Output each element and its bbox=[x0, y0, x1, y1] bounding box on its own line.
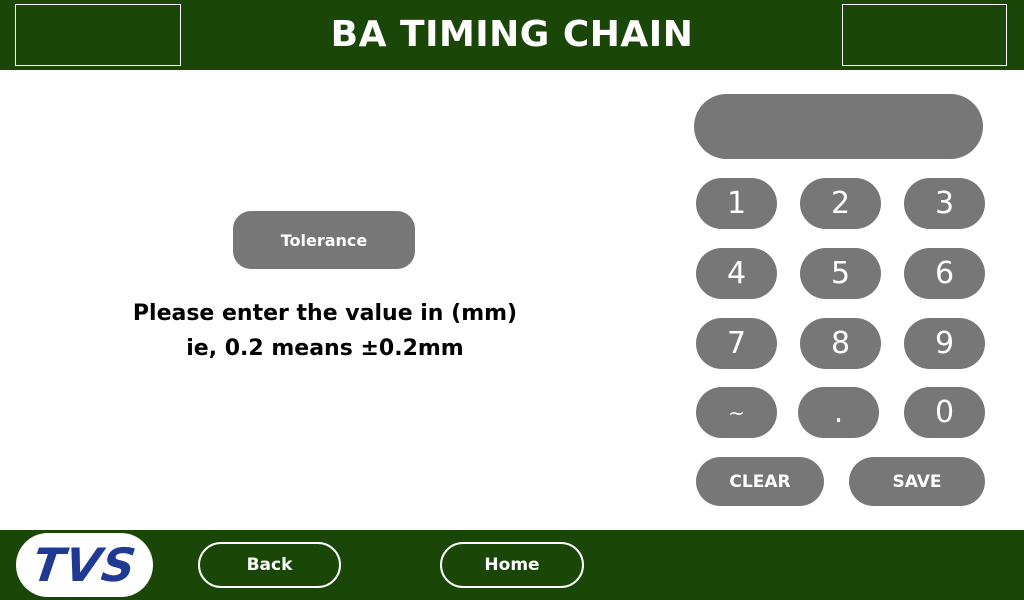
key-6[interactable]: 6 bbox=[904, 248, 985, 299]
key-8[interactable]: 8 bbox=[800, 318, 881, 369]
key-decimal-point[interactable]: . bbox=[798, 387, 879, 438]
value-display[interactable] bbox=[694, 94, 983, 159]
home-button[interactable]: Home bbox=[440, 542, 584, 588]
save-button[interactable]: SAVE bbox=[849, 457, 985, 506]
tvs-logo: TVS bbox=[16, 533, 153, 597]
instruction-line-1: Please enter the value in (mm) bbox=[132, 301, 518, 326]
header-right-box bbox=[842, 4, 1007, 66]
key-7[interactable]: 7 bbox=[696, 318, 777, 369]
instruction-line-2: ie, 0.2 means ±0.2mm bbox=[186, 336, 464, 361]
key-5[interactable]: 5 bbox=[800, 248, 881, 299]
tolerance-button[interactable]: Tolerance bbox=[233, 211, 415, 269]
header-bar: BA TIMING CHAIN bbox=[0, 0, 1024, 70]
key-0[interactable]: 0 bbox=[904, 387, 985, 438]
key-2[interactable]: 2 bbox=[800, 178, 881, 229]
logo-text: TVS bbox=[29, 538, 140, 592]
key-3[interactable]: 3 bbox=[904, 178, 985, 229]
key-tilde[interactable]: ~ bbox=[696, 387, 777, 438]
key-1[interactable]: 1 bbox=[696, 178, 777, 229]
back-button[interactable]: Back bbox=[198, 542, 341, 588]
key-9[interactable]: 9 bbox=[904, 318, 985, 369]
key-4[interactable]: 4 bbox=[696, 248, 777, 299]
footer-bar: TVS Back Home bbox=[0, 530, 1024, 600]
clear-button[interactable]: CLEAR bbox=[696, 457, 824, 506]
